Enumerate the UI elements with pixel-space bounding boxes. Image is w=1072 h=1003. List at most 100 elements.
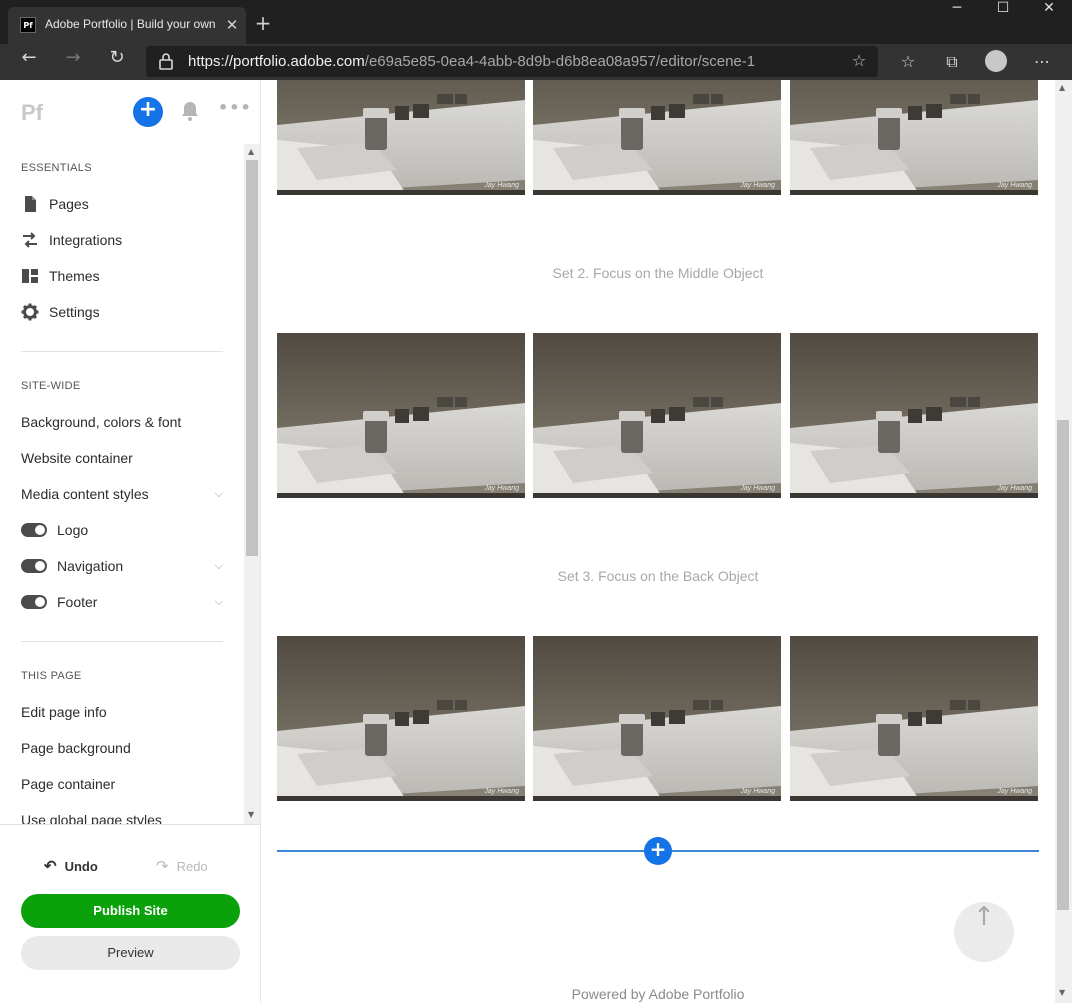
refresh-icon[interactable]: ↻ [102,47,132,77]
powered-by-footer[interactable]: Powered by Adobe Portfolio [261,986,1055,1002]
page-viewport: Pf + ••• ESSENTIALS Pages Integrations T… [0,80,1072,1003]
tab-bar: Pf Adobe Portfolio | Build your own ✕ + … [0,0,1072,44]
back-arrow-icon[interactable]: ← [14,47,44,77]
favorites-list-icon[interactable]: ☆ [896,50,920,74]
close-window-icon[interactable]: ✕ [1026,0,1072,32]
gallery-image[interactable]: Jay Hwang [277,636,525,801]
more-options-icon[interactable]: ••• [218,98,251,117]
address-bar[interactable]: https://portfolio.adobe.com/e69a5e85-0ea… [146,46,878,77]
portfolio-logo: Pf [21,100,43,125]
editor-sidebar: Pf + ••• ESSENTIALS Pages Integrations T… [0,80,261,1003]
page-scrollbar-thumb[interactable] [1057,420,1069,910]
forward-arrow-icon[interactable]: → [58,47,88,77]
add-content-button[interactable]: + [133,97,163,127]
photo-watermark: Jay Hwang [740,485,775,492]
browser-tab[interactable]: Pf Adobe Portfolio | Build your own ✕ [8,7,246,44]
sidebar-item-themes[interactable]: Themes [21,264,231,288]
page-canvas: Jay Hwang Jay Hwang Jay Hwang Set 2. Foc… [261,80,1055,1003]
portfolio-favicon-icon: Pf [20,17,36,33]
set-caption[interactable]: Set 2. Focus on the Middle Object [261,265,1055,281]
bell-icon[interactable] [180,100,200,122]
divider [21,641,223,642]
sidebar-item-navigation[interactable]: Navigation ⌵ [21,554,231,578]
sidebar-item-pages[interactable]: Pages [21,192,231,216]
sidebar-item-use-global-page-styles[interactable]: Use global page styles [21,808,231,824]
sidebar-item-label: Page container [21,776,116,792]
photo-watermark: Jay Hwang [484,485,519,492]
undo-label: Undo [64,859,98,874]
sidebar-item-logo[interactable]: Logo [21,518,231,542]
collections-icon[interactable]: ⧉ [940,50,964,74]
sidebar-item-page-container[interactable]: Page container [21,772,231,796]
footer-toggle[interactable] [21,595,47,609]
redo-icon: ↷ [156,858,169,875]
new-tab-icon[interactable]: + [252,12,274,34]
sidebar-item-label: Website container [21,450,133,466]
set-caption[interactable]: Set 3. Focus on the Back Object [261,568,1055,584]
sidebar-item-label: Themes [49,268,100,284]
navigation-toggle[interactable] [21,559,47,573]
gallery-image[interactable]: Jay Hwang [790,636,1038,801]
minimize-icon[interactable]: ─ [934,0,980,32]
sidebar-item-label: Logo [57,522,89,538]
scroll-up-icon[interactable]: ▲ [248,147,254,156]
url-path: /e69a5e85-0ea4-4abb-8d9b-d6b8ea08a957/ed… [364,53,756,70]
gallery-image[interactable]: Jay Hwang [533,636,781,801]
photo-watermark: Jay Hwang [740,788,775,795]
photo-watermark: Jay Hwang [997,788,1032,795]
sidebar-item-label: Integrations [49,232,123,248]
gallery-image[interactable]: Jay Hwang [790,333,1038,498]
gallery-image[interactable]: Jay Hwang [533,333,781,498]
sidebar-item-label: Use global page styles [21,812,162,824]
more-menu-icon[interactable]: ⋯ [1030,50,1054,74]
maximize-icon[interactable]: ☐ [980,0,1026,32]
logo-toggle[interactable] [21,523,47,537]
gallery-image[interactable]: Jay Hwang [533,80,781,195]
profile-avatar-icon[interactable] [984,50,1008,74]
redo-button[interactable]: ↷ Redo [156,857,236,879]
preview-button[interactable]: Preview [21,936,240,970]
section-label-this-page: THIS PAGE [21,670,82,682]
sidebar-item-page-background[interactable]: Page background [21,736,231,760]
photo-watermark: Jay Hwang [997,485,1032,492]
sidebar-item-website-container[interactable]: Website container [21,446,231,470]
sidebar-header: Pf + ••• [0,80,261,144]
add-section-button[interactable]: + [644,837,672,865]
close-tab-icon[interactable]: ✕ [222,15,242,35]
gallery-image[interactable]: Jay Hwang [277,333,525,498]
sidebar-item-background-colors-font[interactable]: Background, colors & font [21,410,231,434]
scroll-to-top-button[interactable]: ↑ [954,902,1014,962]
sidebar-item-label: Footer [57,594,98,610]
sidebar-item-label: Pages [49,196,89,212]
scroll-down-icon[interactable]: ▼ [248,810,254,819]
page-scrollbar[interactable]: ▲ ▼ [1055,80,1072,1003]
sidebar-item-footer[interactable]: Footer ⌵ [21,590,231,614]
sidebar-scrollbar[interactable]: ▲ ▼ [244,144,260,824]
layout-grid-icon [21,267,39,285]
sidebar-item-media-content-styles[interactable]: Media content styles ⌵ [21,482,231,506]
sidebar-item-label: Navigation [57,558,124,574]
undo-icon: ↶ [44,858,57,875]
sidebar-item-label: Page background [21,740,131,756]
gallery-image[interactable]: Jay Hwang [277,80,525,195]
gallery-image[interactable]: Jay Hwang [790,80,1038,195]
photo-watermark: Jay Hwang [484,182,519,189]
chevron-down-icon: ⌵ [214,596,223,608]
url-text: https://portfolio.adobe.com/e69a5e85-0ea… [188,53,828,71]
scroll-up-icon[interactable]: ▲ [1059,83,1065,92]
browser-toolbar: ← → ↻ https://portfolio.adobe.com/e69a5e… [0,44,1072,80]
favorite-star-icon[interactable]: ☆ [848,51,870,73]
chevron-down-icon: ⌵ [214,560,223,572]
sidebar-scrollbar-thumb[interactable] [246,160,258,556]
sidebar-menu: ESSENTIALS Pages Integrations Themes Set… [0,144,244,824]
photo-watermark: Jay Hwang [484,788,519,795]
publish-site-button[interactable]: Publish Site [21,894,240,928]
redo-label: Redo [176,859,208,874]
sidebar-item-settings[interactable]: Settings [21,300,231,324]
sidebar-item-edit-page-info[interactable]: Edit page info [21,700,231,724]
sidebar-item-label: Settings [49,304,100,320]
sidebar-item-integrations[interactable]: Integrations [21,228,231,252]
scroll-down-icon[interactable]: ▼ [1059,988,1065,997]
divider [21,351,223,352]
undo-button[interactable]: ↶ Undo [44,857,124,879]
